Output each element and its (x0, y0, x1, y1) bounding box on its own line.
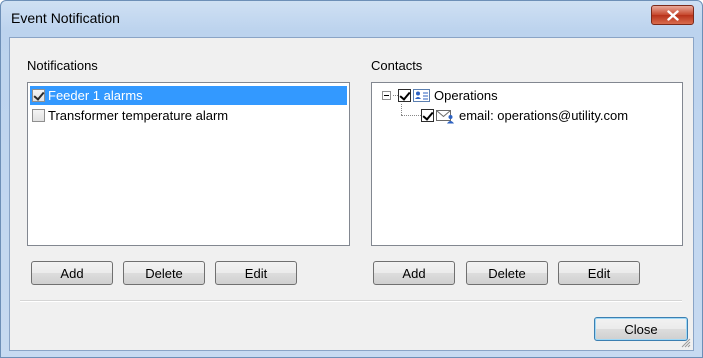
notifications-label: Notifications (27, 58, 98, 73)
resize-grip-icon[interactable] (679, 336, 691, 348)
contact-group-checkbox[interactable] (398, 89, 411, 102)
tree-item-operations[interactable]: Operations (382, 86, 498, 105)
event-notification-window: Event Notification Notifications Feeder … (0, 0, 703, 358)
collapse-toggle[interactable] (382, 91, 391, 100)
notification-label: Feeder 1 alarms (48, 88, 143, 103)
contact-card-icon (413, 89, 430, 102)
tree-item-email[interactable]: email: operations@utility.com (421, 106, 628, 125)
contact-email-label: email: operations@utility.com (459, 108, 629, 123)
notifications-delete-button[interactable]: Delete (123, 261, 205, 285)
close-button[interactable]: Close (594, 317, 688, 341)
notification-checkbox[interactable] (32, 109, 45, 122)
title-bar[interactable]: Event Notification (1, 1, 702, 35)
close-icon (666, 9, 679, 21)
notifications-list[interactable]: Feeder 1 alarms Transformer temperature … (27, 82, 350, 246)
list-item[interactable]: Feeder 1 alarms (30, 86, 347, 105)
contacts-delete-button[interactable]: Delete (466, 261, 548, 285)
contacts-edit-button[interactable]: Edit (558, 261, 640, 285)
contacts-tree[interactable]: Operations email: operations@utility.com (371, 82, 683, 246)
contacts-label: Contacts (371, 58, 423, 73)
footer-divider (20, 300, 682, 302)
window-title: Event Notification (11, 10, 120, 26)
email-contact-icon (436, 109, 454, 123)
notification-label: Transformer temperature alarm (48, 108, 229, 123)
list-item[interactable]: Transformer temperature alarm (30, 106, 347, 125)
dialog-client-area: Notifications Feeder 1 alarms Transforme… (9, 37, 694, 351)
notifications-add-button[interactable]: Add (31, 261, 113, 285)
window-close-button[interactable] (651, 5, 694, 25)
notifications-edit-button[interactable]: Edit (215, 261, 297, 285)
contact-group-label: Operations (434, 88, 498, 103)
contacts-add-button[interactable]: Add (373, 261, 455, 285)
notification-checkbox[interactable] (32, 89, 45, 102)
contact-email-checkbox[interactable] (421, 109, 434, 122)
